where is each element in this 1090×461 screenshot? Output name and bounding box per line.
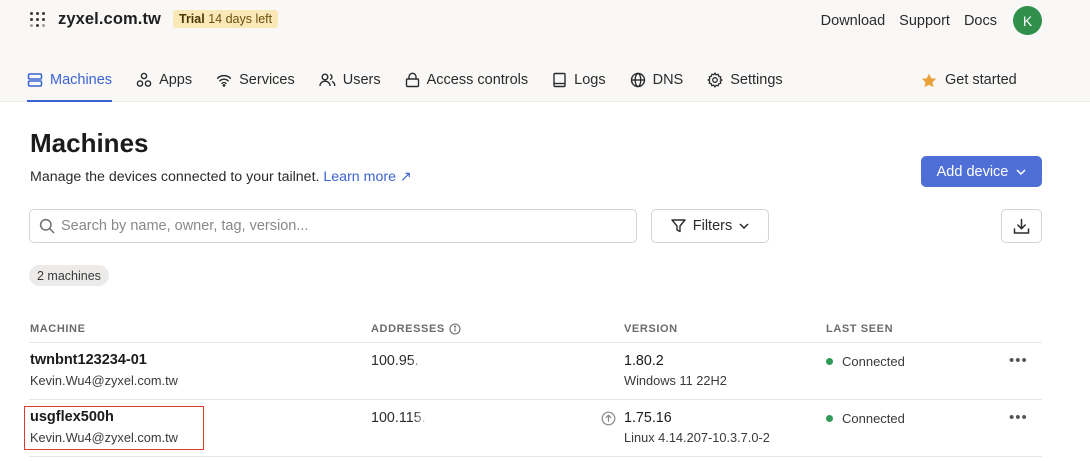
page-title: Machines bbox=[30, 128, 149, 158]
top-bar: zyxel.com.tw Trial 14 days left Download… bbox=[0, 0, 1090, 102]
table-divider bbox=[29, 342, 1042, 343]
more-options-button[interactable]: ••• bbox=[1009, 352, 1028, 369]
globe-icon bbox=[630, 72, 645, 88]
wifi-icon bbox=[216, 74, 232, 87]
tab-label: Users bbox=[342, 72, 381, 88]
tab-users[interactable]: Users bbox=[319, 64, 381, 102]
column-header-version[interactable]: VERSION bbox=[624, 323, 678, 335]
description-text: Manage the devices connected to your tai… bbox=[30, 169, 320, 185]
org-name: zyxel.com.tw bbox=[58, 9, 161, 28]
docs-link[interactable]: Docs bbox=[964, 13, 997, 29]
tailnet-dots-icon bbox=[30, 11, 48, 27]
machine-count-badge: 2 machines bbox=[29, 265, 109, 286]
download-link[interactable]: Download bbox=[821, 13, 886, 29]
search-icon bbox=[39, 218, 55, 234]
add-device-button[interactable]: Add device bbox=[921, 156, 1042, 187]
machine-os: Windows 11 22H2 bbox=[624, 373, 727, 388]
org-switcher[interactable]: zyxel.com.tw Trial 14 days left bbox=[30, 8, 279, 30]
machine-owner: Kevin.Wu4@zyxel.com.tw bbox=[30, 373, 178, 388]
selection-highlight bbox=[24, 406, 204, 450]
get-started-label: Get started bbox=[945, 72, 1017, 88]
tab-label: Machines bbox=[50, 72, 113, 88]
search-box[interactable] bbox=[29, 209, 637, 243]
tab-settings[interactable]: Settings bbox=[707, 64, 783, 102]
avatar[interactable]: K bbox=[1013, 6, 1042, 35]
star-icon bbox=[921, 73, 937, 87]
get-started-link[interactable]: Get started bbox=[921, 72, 1017, 88]
machine-version: 1.80.2 bbox=[624, 353, 664, 369]
export-button[interactable] bbox=[1001, 209, 1042, 243]
chevron-down-icon bbox=[1016, 168, 1026, 175]
trial-detail: 14 days left bbox=[208, 12, 273, 26]
tab-label: Services bbox=[239, 72, 295, 88]
column-header-machine[interactable]: MACHINE bbox=[30, 323, 86, 335]
status-label: Connected bbox=[842, 411, 905, 426]
filter-icon bbox=[671, 219, 686, 233]
add-device-label: Add device bbox=[936, 163, 1009, 180]
info-icon[interactable] bbox=[449, 323, 461, 335]
tab-access-controls[interactable]: Access controls bbox=[405, 64, 529, 102]
tab-dns[interactable]: DNS bbox=[630, 64, 684, 102]
tab-machines[interactable]: Machines bbox=[27, 64, 113, 102]
machine-version: 1.75.16 bbox=[624, 410, 672, 426]
tab-label: Access controls bbox=[426, 72, 529, 88]
more-options-button[interactable]: ••• bbox=[1009, 409, 1028, 426]
gear-icon bbox=[707, 72, 724, 88]
column-header-last-seen[interactable]: LAST SEEN bbox=[826, 323, 893, 335]
tab-logs[interactable]: Logs bbox=[552, 64, 606, 102]
main-nav: Machines Apps Services Users Access cont… bbox=[27, 64, 807, 102]
trial-badge[interactable]: Trial 14 days left bbox=[173, 10, 279, 28]
table-divider bbox=[29, 456, 1042, 457]
chevron-down-icon bbox=[739, 223, 749, 229]
users-icon bbox=[319, 73, 336, 87]
tab-apps[interactable]: Apps bbox=[136, 64, 192, 102]
learn-more-link[interactable]: Learn more ↗ bbox=[323, 169, 411, 185]
status-label: Connected bbox=[842, 354, 905, 369]
search-input[interactable] bbox=[61, 218, 621, 234]
tab-label: Apps bbox=[159, 72, 193, 88]
table-divider bbox=[29, 399, 1042, 400]
machines-icon bbox=[27, 73, 43, 87]
filters-button[interactable]: Filters bbox=[651, 209, 769, 243]
download-icon bbox=[1013, 218, 1030, 234]
page-description: Manage the devices connected to your tai… bbox=[30, 169, 412, 185]
column-header-addresses[interactable]: ADDRESSES bbox=[371, 323, 461, 335]
tab-label: DNS bbox=[652, 72, 684, 88]
filters-label: Filters bbox=[692, 218, 733, 234]
connected-dot-icon bbox=[826, 415, 833, 422]
lock-icon bbox=[405, 72, 419, 88]
tab-label: Logs bbox=[574, 72, 606, 88]
apps-icon bbox=[136, 72, 152, 87]
support-link[interactable]: Support bbox=[899, 13, 950, 29]
tab-label: Settings bbox=[730, 72, 783, 88]
connected-dot-icon bbox=[826, 358, 833, 365]
trial-label: Trial bbox=[179, 12, 205, 26]
book-icon bbox=[553, 72, 566, 88]
column-header-addresses-label: ADDRESSES bbox=[371, 323, 445, 335]
top-links: Download Support Docs K bbox=[821, 6, 1042, 35]
status-badge: Connected bbox=[826, 354, 905, 369]
machine-os: Linux 4.14.207-10.3.7.0-2 bbox=[624, 430, 770, 445]
tab-services[interactable]: Services bbox=[216, 64, 295, 102]
status-badge: Connected bbox=[826, 411, 905, 426]
address-fade bbox=[410, 352, 530, 374]
update-available-icon[interactable] bbox=[601, 411, 616, 426]
address-fade bbox=[414, 409, 534, 431]
machine-name[interactable]: twnbnt123234-01 bbox=[30, 352, 147, 368]
